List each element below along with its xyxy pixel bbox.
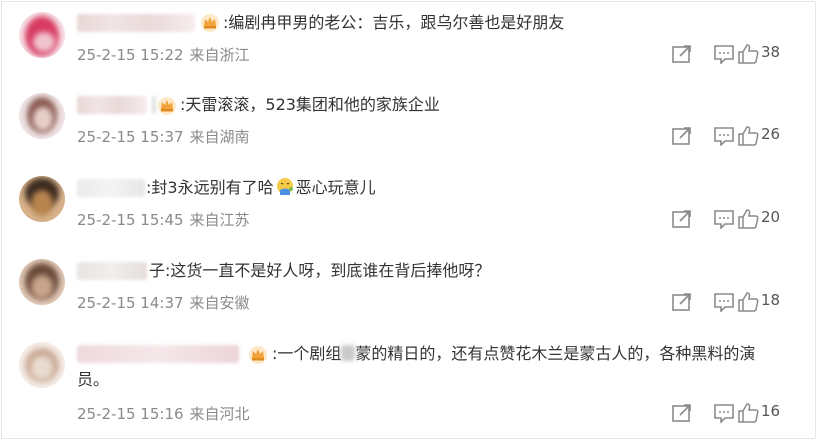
comment-meta: 25-2-15 15:45 来自江苏 xyxy=(77,209,256,230)
comment-actions: 16 xyxy=(657,401,817,425)
crown-badge-icon xyxy=(201,14,219,32)
comment-meta: 25-2-15 14:37 来自安徽 xyxy=(77,292,256,313)
share-icon[interactable] xyxy=(671,403,693,423)
crown-badge-icon xyxy=(249,346,267,364)
comment-item: :一个剧组 蒙的精日的，还有点赞花木兰是蒙古人的，各种黑料的演 员。 25-2-1… xyxy=(2,334,817,440)
comment-icon[interactable] xyxy=(713,209,735,229)
like-count: 18 xyxy=(761,291,781,309)
comment-actions: 26 xyxy=(657,124,817,148)
comment-item: 子:这货一直不是好人呀，到底谁在背后捧他呀？ 25-2-15 14:37 来自安徽… xyxy=(2,251,817,333)
comment-text: :封3永远别有了哈 恶心玩意儿 xyxy=(146,175,376,201)
comment-text-line2: 员。 xyxy=(77,370,110,389)
comment-location: 来自浙江 xyxy=(189,46,250,64)
like-count: 38 xyxy=(761,43,781,61)
comment-date: 25-2-15 15:22 xyxy=(77,46,184,64)
comment-text-part: :一个剧组 xyxy=(272,344,342,363)
share-icon[interactable] xyxy=(671,126,693,146)
thumbs-up-icon[interactable] xyxy=(737,126,759,146)
comment-text-part: 恶心玩意儿 xyxy=(295,178,376,197)
thumbs-up-icon[interactable] xyxy=(737,209,759,229)
username-blurred[interactable] xyxy=(77,96,147,114)
comment-location: 来自江苏 xyxy=(189,211,250,229)
avatar[interactable] xyxy=(19,342,65,388)
comment-meta: 25-2-15 15:22 来自浙江 xyxy=(77,44,256,65)
comment-text-part: :封3永远别有了哈 xyxy=(146,178,274,197)
share-icon[interactable] xyxy=(671,44,693,64)
share-icon[interactable] xyxy=(671,209,693,229)
comment-date: 25-2-15 14:37 xyxy=(77,294,184,312)
comment-list: :编剧冉甲男的老公：吉乐，跟乌尔善也是好朋友 25-2-15 15:22 来自浙江… xyxy=(1,1,816,439)
comment-item: :编剧冉甲男的老公：吉乐，跟乌尔善也是好朋友 25-2-15 15:22 来自浙江… xyxy=(2,2,817,84)
comment-icon[interactable] xyxy=(713,44,735,64)
comment-actions: 20 xyxy=(657,207,817,231)
thumbs-up-icon[interactable] xyxy=(737,292,759,312)
comment-meta: 25-2-15 15:37 来自湖南 xyxy=(77,126,256,147)
username-blurred[interactable] xyxy=(77,345,239,363)
comment-text: 子:这货一直不是好人呀，到底谁在背后捧他呀？ xyxy=(149,261,491,280)
comment-location: 来自湖南 xyxy=(189,128,250,146)
username-blurred[interactable] xyxy=(77,14,195,32)
avatar[interactable] xyxy=(19,12,65,58)
thumbs-up-icon[interactable] xyxy=(737,403,759,423)
comment-text: :一个剧组 蒙的精日的，还有点赞花木兰是蒙古人的，各种黑料的演 xyxy=(272,341,755,367)
comment-date: 25-2-15 15:37 xyxy=(77,128,184,146)
comment-text: :天雷滚滚，523集团和他的家族企业 xyxy=(180,95,440,114)
thumbs-up-icon[interactable] xyxy=(737,44,759,64)
like-count: 16 xyxy=(761,402,781,420)
comment-date: 25-2-15 15:45 xyxy=(77,211,184,229)
comment-icon[interactable] xyxy=(713,292,735,312)
comment-text-part: 蒙的精日的，还有点赞花木兰是蒙古人的，各种黑料的演 xyxy=(355,344,756,363)
like-count: 26 xyxy=(761,125,781,143)
username-blurred[interactable] xyxy=(77,262,147,280)
comment-item: :封3永远别有了哈 恶心玩意儿 25-2-15 15:45 来自江苏 20 xyxy=(2,168,817,250)
avatar[interactable] xyxy=(19,176,65,222)
censored-text xyxy=(341,345,356,361)
comment-icon[interactable] xyxy=(713,403,735,423)
comment-icon[interactable] xyxy=(713,126,735,146)
nauseated-emoji-icon xyxy=(276,178,293,195)
share-icon[interactable] xyxy=(671,292,693,312)
avatar[interactable] xyxy=(19,259,65,305)
comment-meta: 25-2-15 15:16 来自河北 xyxy=(77,403,256,424)
comment-location: 来自安徽 xyxy=(189,294,250,312)
avatar[interactable] xyxy=(19,93,65,139)
comment-actions: 38 xyxy=(657,42,817,66)
comment-location: 来自河北 xyxy=(189,405,250,423)
comment-text: :编剧冉甲男的老公：吉乐，跟乌尔善也是好朋友 xyxy=(223,13,565,32)
comment-actions: 18 xyxy=(657,290,817,314)
crown-badge-icon xyxy=(158,97,176,115)
like-count: 20 xyxy=(761,208,781,226)
comment-item: :天雷滚滚，523集团和他的家族企业 25-2-15 15:37 来自湖南 26 xyxy=(2,85,817,167)
comment-date: 25-2-15 15:16 xyxy=(77,405,184,423)
username-blurred[interactable] xyxy=(77,179,145,197)
